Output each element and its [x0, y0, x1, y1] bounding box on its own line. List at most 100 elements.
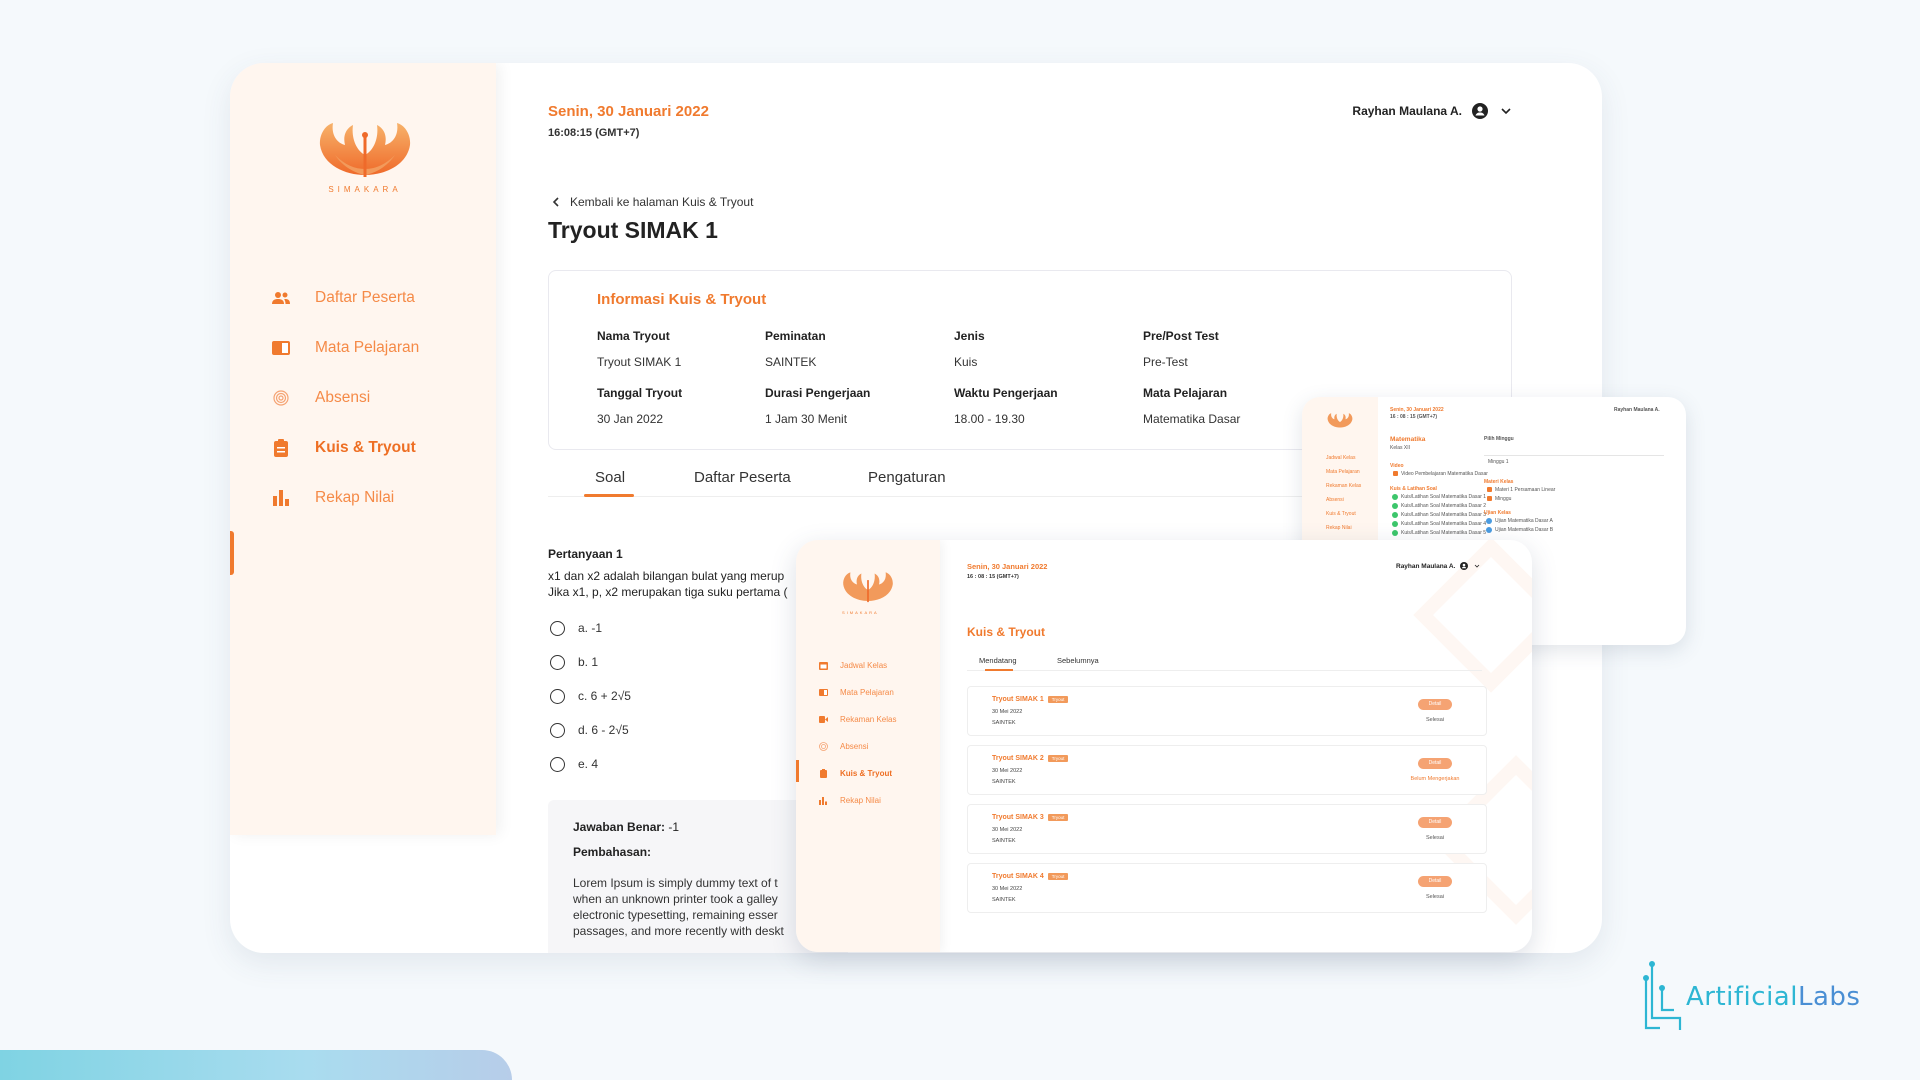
user-circle-icon: [1460, 562, 1469, 570]
radio-button[interactable]: [550, 722, 565, 738]
fingerprint-icon: [818, 742, 828, 752]
radio-button[interactable]: [550, 756, 565, 772]
tryout-status: Selesai: [1425, 894, 1445, 900]
question-text: x1 dan x2 adalah bilangan bulat yang mer…: [548, 568, 808, 600]
preview-materi-item[interactable]: Minggu: [1495, 496, 1511, 502]
preview-latihan-item[interactable]: Kuis/Latihan Soal Matematika Dasar 2: [1401, 503, 1486, 509]
tryout-badge: Tryout: [1047, 873, 1069, 880]
detail-button[interactable]: Detail: [1418, 817, 1452, 828]
preview-nav-item[interactable]: Absensi: [1326, 497, 1344, 503]
info-field: Waktu Pengerjaan 18.00 - 19.30: [954, 386, 1134, 426]
tryout-card[interactable]: Tryout SIMAK 3 Tryout 30 Mei 2022 SAINTEK…: [967, 804, 1487, 854]
sidebar-item-mata-pelajaran[interactable]: Mata Pelajaran: [270, 323, 419, 373]
exam-icon: [1486, 527, 1492, 533]
bar-chart-icon: [818, 796, 828, 806]
tryout-card[interactable]: Tryout SIMAK 1 Tryout 30 Mei 2022 SAINTEK…: [967, 686, 1487, 736]
preview-nav-item[interactable]: Rekaman Kelas: [1326, 483, 1361, 489]
preview-user[interactable]: Rayhan Maulana A.: [1614, 407, 1660, 413]
tryout-status: Selesai: [1425, 717, 1445, 723]
info-value: 18.00 - 19.30: [954, 412, 1025, 426]
preview-latihan-item[interactable]: Kuis/Latihan Soal Matematika Dasar 5: [1401, 530, 1486, 536]
preview-tab-bar: Mendatang Sebelumnya: [967, 653, 1482, 671]
sidebar: SIMAKARA Daftar Peserta Mata Pelajaran A…: [230, 63, 496, 835]
preview-nav-mata-pelajaran[interactable]: Mata Pelajaran: [818, 679, 896, 706]
option-label: d. 6 - 2√5: [578, 723, 629, 737]
sidebar-item-rekap-nilai[interactable]: Rekap Nilai: [270, 473, 419, 523]
option-c[interactable]: c. 6 + 2√5: [550, 679, 631, 713]
correct-answer-value: -1: [668, 820, 680, 834]
info-label: Durasi Pengerjaan: [765, 386, 871, 400]
sidebar-item-daftar-peserta[interactable]: Daftar Peserta: [270, 273, 419, 323]
detail-button[interactable]: Detail: [1418, 758, 1452, 769]
tab-sebelumnya[interactable]: Sebelumnya: [1057, 656, 1099, 665]
sidebar-item-label: Daftar Peserta: [315, 289, 415, 306]
info-label: Waktu Pengerjaan: [954, 386, 1058, 400]
tryout-card[interactable]: Tryout SIMAK 2 Tryout 30 Mei 2022 SAINTEK…: [967, 745, 1487, 795]
chevron-down-icon[interactable]: [1500, 105, 1512, 117]
file-icon: [1487, 487, 1492, 492]
tryout-date: 30 Mei 2022: [992, 886, 1023, 892]
tab-pengaturan[interactable]: Pengaturan: [868, 469, 946, 486]
user-menu[interactable]: Rayhan Maulana A.: [1352, 103, 1512, 119]
radio-button[interactable]: [550, 620, 565, 636]
check-icon: [1392, 503, 1398, 509]
info-label: Pre/Post Test: [1143, 329, 1219, 343]
divider: [1484, 455, 1664, 456]
sidebar-item-absensi[interactable]: Absensi: [270, 373, 419, 423]
preview-ujian-head: Ujian Kelas: [1484, 510, 1511, 516]
detail-button[interactable]: Detail: [1418, 876, 1452, 887]
tab-daftar-peserta[interactable]: Daftar Peserta: [694, 469, 791, 486]
check-icon: [1392, 521, 1398, 527]
preview-latihan-item[interactable]: Kuis/Latihan Soal Matematika Dasar 4: [1401, 521, 1486, 527]
tryout-card[interactable]: Tryout SIMAK 4 Tryout 30 Mei 2022 SAINTEK…: [967, 863, 1487, 913]
page-title: Tryout SIMAK 1: [548, 217, 718, 243]
tab-soal[interactable]: Soal: [595, 469, 625, 486]
tab-mendatang[interactable]: Mendatang: [979, 656, 1017, 665]
preview-nav-label: Mata Pelajaran: [840, 688, 894, 697]
artificiallabs-logo: ArtificialLabs: [1640, 958, 1860, 1036]
info-value: Pre-Test: [1143, 355, 1188, 369]
preview-nav-kuis-tryout[interactable]: Kuis & Tryout: [818, 760, 896, 787]
preview-nav-item[interactable]: Kuis & Tryout: [1326, 511, 1356, 517]
preview-nav-item[interactable]: Rekap Nilai: [1326, 525, 1352, 531]
preview-video-item[interactable]: Video Pembelajaran Matematika Dasar: [1401, 471, 1488, 477]
brand-part-1: Artificial: [1686, 982, 1798, 1012]
check-icon: [1392, 512, 1398, 518]
preview-user-menu[interactable]: Rayhan Maulana A.: [1396, 562, 1480, 570]
preview-nav-item[interactable]: Jadwal Kelas: [1326, 455, 1355, 461]
radio-button[interactable]: [550, 654, 565, 670]
user-circle-icon: [1472, 103, 1488, 119]
preview-nav-item[interactable]: Mata Pelajaran: [1326, 469, 1360, 475]
sidebar-item-kuis-tryout[interactable]: Kuis & Tryout: [270, 423, 419, 473]
preview-nav-absensi[interactable]: Absensi: [818, 733, 896, 760]
tryout-card-title: Tryout SIMAK 3 Tryout: [992, 814, 1069, 821]
check-icon: [1392, 494, 1398, 500]
brand-name: ArtificialLabs: [1686, 982, 1860, 1012]
back-link[interactable]: Kembali ke halaman Kuis & Tryout: [552, 195, 753, 209]
option-e[interactable]: e. 4: [550, 747, 631, 781]
preview-page-title: Kuis & Tryout: [967, 625, 1046, 639]
preview-week-select[interactable]: Minggu 1: [1488, 459, 1509, 465]
option-d[interactable]: d. 6 - 2√5: [550, 713, 631, 747]
preview-grade: Kelas XII: [1390, 445, 1411, 451]
info-field: Pre/Post Test Pre-Test: [1143, 329, 1323, 369]
preview-ujian-item[interactable]: Ujian Matematika Dasar B: [1495, 527, 1553, 533]
preview-subject: Matematika: [1390, 436, 1426, 443]
preview-date: Senin, 30 Januari 2022: [967, 562, 1048, 571]
preview-latihan-item[interactable]: Kuis/Latihan Soal Matematika Dasar 3: [1401, 512, 1486, 518]
tryout-card-title: Tryout SIMAK 4 Tryout: [992, 873, 1069, 880]
radio-button[interactable]: [550, 688, 565, 704]
preview-nav-rekaman-kelas[interactable]: Rekaman Kelas: [818, 706, 896, 733]
option-b[interactable]: b. 1: [550, 645, 631, 679]
file-icon: [1487, 496, 1492, 501]
preview-latihan-item[interactable]: Kuis/Latihan Soal Matematika Dasar 1: [1401, 494, 1486, 500]
option-a[interactable]: a. -1: [550, 611, 631, 645]
clipboard-icon: [818, 769, 828, 779]
preview-ujian-item[interactable]: Ujian Matematika Dasar A: [1495, 518, 1553, 524]
preview-nav-rekap-nilai[interactable]: Rekap Nilai: [818, 787, 896, 814]
preview-materi-item[interactable]: Materi 1 Persamaan Linear: [1495, 487, 1555, 493]
active-nav-indicator: [230, 531, 234, 575]
detail-button[interactable]: Detail: [1418, 699, 1452, 710]
preview-nav-jadwal-kelas[interactable]: Jadwal Kelas: [818, 652, 896, 679]
logo-text: SIMAKARA: [842, 610, 879, 615]
